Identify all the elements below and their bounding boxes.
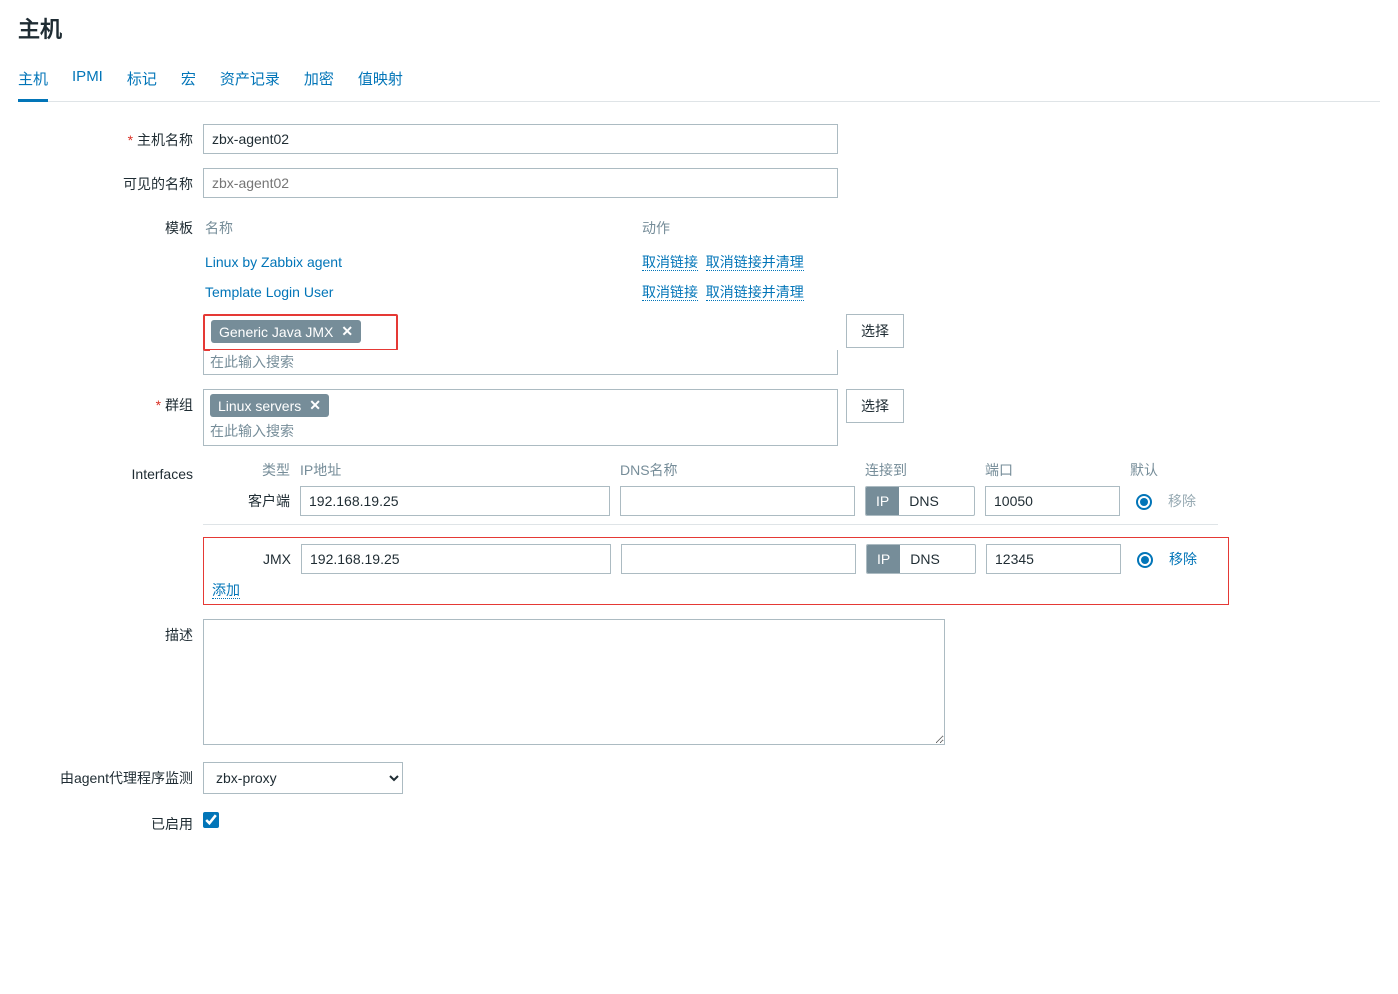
iface-dns-input[interactable] [621,544,856,574]
templates-header-action: 动作 [642,214,804,246]
template-row: Template Login User 取消链接 取消链接并清理 [205,278,804,306]
iface-ip-input[interactable] [301,544,611,574]
interfaces-label: Interfaces [18,460,203,482]
iface-header-default: 默认 [1130,460,1206,480]
iface-connect-ip[interactable]: IP [867,545,900,573]
templates-table: 名称 动作 Linux by Zabbix agent 取消链接 取消链接并清理… [203,212,806,308]
iface-ip-input[interactable] [300,486,610,516]
iface-connect-dns[interactable]: DNS [900,545,950,573]
group-tag-label: Linux servers [218,398,301,414]
interface-jmx-highlight: JMX IP DNS 移除 添加 [203,537,1229,605]
iface-remove-disabled: 移除 [1168,493,1196,509]
enabled-checkbox[interactable] [203,812,219,828]
proxy-label: 由agent代理程序监测 [18,762,203,788]
proxy-select[interactable]: zbx-proxy [203,762,403,794]
iface-default-radio[interactable] [1137,552,1153,568]
iface-header-ip: IP地址 [300,460,610,480]
visiblename-input[interactable] [203,168,838,198]
tab-tags[interactable]: 标记 [127,60,157,101]
template-unlink[interactable]: 取消链接 [642,254,698,271]
group-tag[interactable]: Linux servers ✕ [210,394,329,417]
template-link[interactable]: Linux by Zabbix agent [205,254,342,270]
visiblename-label: 可见的名称 [18,168,203,194]
templates-header-name: 名称 [205,214,640,246]
iface-type-agent: 客户端 [235,491,290,511]
templates-label: 模板 [18,212,203,238]
iface-header-connect: 连接到 [865,460,975,480]
groups-select-button[interactable]: 选择 [846,389,904,423]
iface-port-input[interactable] [985,486,1120,516]
template-unlink[interactable]: 取消链接 [642,284,698,301]
iface-connect-toggle[interactable]: IP DNS [865,486,975,516]
enabled-label: 已启用 [18,808,203,834]
interface-row-agent: 客户端 IP DNS 移除 [203,486,1380,516]
hostname-label: 主机名称 [18,124,203,150]
template-tag[interactable]: Generic Java JMX ✕ [211,320,361,343]
iface-connect-ip[interactable]: IP [866,487,899,515]
iface-header-type: 类型 [235,460,290,480]
description-label: 描述 [18,619,203,645]
tab-valuemap[interactable]: 值映射 [358,60,403,101]
template-select-box[interactable]: Generic Java JMX ✕ [203,314,398,351]
template-link[interactable]: Template Login User [205,284,333,300]
groups-search-input[interactable] [210,419,831,443]
iface-connect-toggle[interactable]: IP DNS [866,544,976,574]
tab-host[interactable]: 主机 [18,60,48,102]
iface-connect-dns[interactable]: DNS [899,487,949,515]
tab-encryption[interactable]: 加密 [304,60,334,101]
interface-add-link[interactable]: 添加 [212,582,240,599]
template-search-input[interactable] [210,350,831,374]
divider [203,524,1218,525]
iface-port-input[interactable] [986,544,1121,574]
page-title: 主机 [18,12,1380,44]
hostname-input[interactable] [203,124,838,154]
template-tag-label: Generic Java JMX [219,324,333,340]
iface-header-port: 端口 [985,460,1120,480]
iface-header-dns: DNS名称 [620,460,855,480]
tab-bar: 主机 IPMI 标记 宏 资产记录 加密 值映射 [18,60,1380,102]
interfaces-header: 类型 IP地址 DNS名称 连接到 端口 默认 [203,460,1380,480]
iface-dns-input[interactable] [620,486,855,516]
template-row: Linux by Zabbix agent 取消链接 取消链接并清理 [205,248,804,276]
template-unlink-clear[interactable]: 取消链接并清理 [706,284,804,301]
close-icon[interactable]: ✕ [309,397,321,414]
iface-default-radio[interactable] [1136,494,1152,510]
tab-ipmi[interactable]: IPMI [72,60,103,101]
template-select-button[interactable]: 选择 [846,314,904,348]
template-unlink-clear[interactable]: 取消链接并清理 [706,254,804,271]
tab-inventory[interactable]: 资产记录 [220,60,280,101]
groups-select-box[interactable]: Linux servers ✕ [203,389,838,446]
tab-macros[interactable]: 宏 [181,60,196,101]
iface-remove-link[interactable]: 移除 [1169,551,1197,567]
close-icon[interactable]: ✕ [341,323,353,340]
groups-label: 群组 [18,389,203,415]
interface-row-jmx: JMX IP DNS 移除 [212,544,1220,574]
iface-type-jmx: JMX [236,551,291,567]
description-textarea[interactable] [203,619,945,745]
